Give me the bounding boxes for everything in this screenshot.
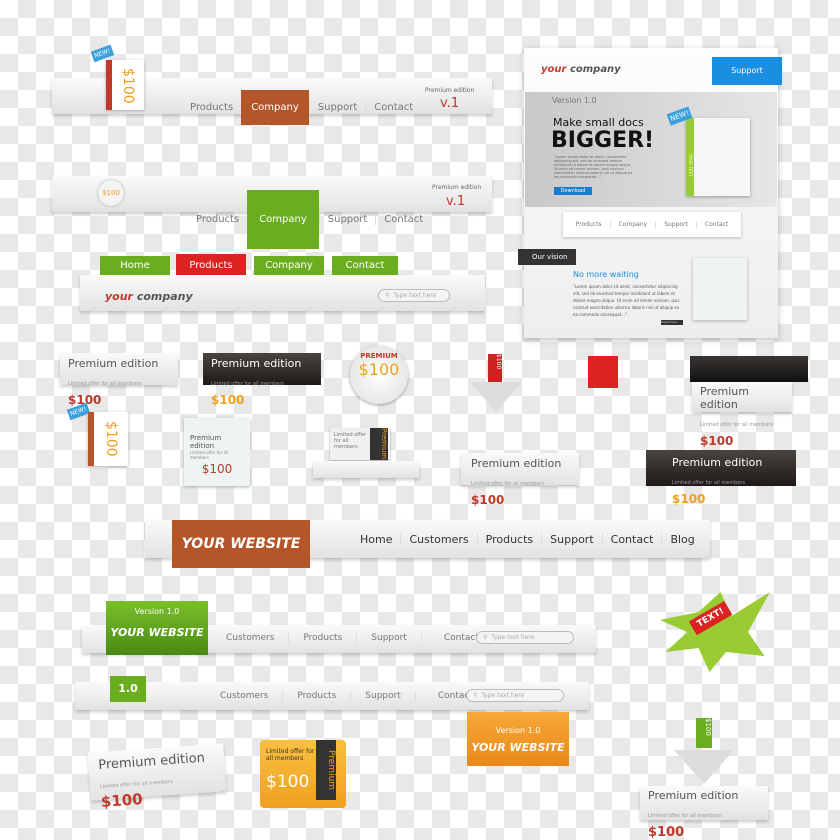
premium-label-light: Premium edition Limited offer for all mem… xyxy=(60,353,178,407)
section-text: "Lorem ipsum dolor sit amet, consectetur… xyxy=(573,284,680,317)
premium-stand: Limited offer for all members Premium xyxy=(330,428,390,460)
nav-5-menu: Customers Products Support Contact xyxy=(206,691,495,701)
premium-seal: $100 xyxy=(98,180,124,206)
price-tag: $100 xyxy=(106,60,144,110)
nav-support[interactable]: Support xyxy=(356,633,421,643)
nav-customers[interactable]: Customers xyxy=(400,533,476,546)
premium-label-light: Premium edition Limited offer for all mem… xyxy=(640,786,768,840)
search-input[interactable]: ⚲ Type text here xyxy=(466,689,564,702)
website-title-green: Version 1.0 YOUR WEBSITE xyxy=(106,601,208,655)
nav-company[interactable]: Company xyxy=(609,221,656,228)
download-box-icon xyxy=(693,258,747,320)
search-icon: ⚲ xyxy=(385,292,390,299)
down-arrow-icon xyxy=(470,382,522,412)
premium-round-badge: PREMIUM $100 xyxy=(350,346,408,404)
support-tab[interactable]: Support xyxy=(712,57,782,85)
nav-products[interactable]: Products xyxy=(476,533,542,546)
premium-label-light: Premium edition Limited offer for all mem… xyxy=(692,382,792,448)
dark-banner xyxy=(690,356,808,382)
premium-label-tilted: Premium edition Limited offer for all mem… xyxy=(87,743,227,811)
down-arrow-icon xyxy=(674,750,734,784)
edition-label: Premium edition xyxy=(432,184,482,191)
nav-customers[interactable]: Customers xyxy=(212,633,288,643)
nav-blog[interactable]: Blog xyxy=(661,533,702,546)
edition-label: Premium edition xyxy=(425,87,475,94)
version-label: Version 1.0 xyxy=(552,96,597,105)
nav-products[interactable]: Products xyxy=(188,214,247,225)
nav-customers[interactable]: Customers xyxy=(206,691,282,701)
website-title: YOUR WEBSITE xyxy=(172,520,310,568)
nav-contact[interactable]: Contact xyxy=(695,221,736,228)
section-title: No more waiting xyxy=(573,270,639,279)
nav-company[interactable]: Company xyxy=(241,90,309,125)
ribbon-menu: Home Customers Products Support Contact Blog xyxy=(352,533,703,546)
site-nav: Products Company Support Contact xyxy=(563,212,741,237)
nav-contact[interactable]: Contact xyxy=(365,102,421,113)
brand-logo: your company xyxy=(541,64,621,75)
headline-big: BIGGER! xyxy=(551,128,655,153)
price-tag-red: $100 xyxy=(488,354,502,382)
tab-contact[interactable]: Contact xyxy=(332,256,398,276)
read-more-button[interactable]: Read more xyxy=(661,320,683,325)
search-input[interactable]: ⚲ Type text here xyxy=(378,289,450,302)
search-input[interactable]: ⚲ Type text here xyxy=(476,631,574,644)
nav-support[interactable]: Support xyxy=(541,533,601,546)
tab-company[interactable]: Company xyxy=(254,256,324,276)
nav-contact[interactable]: Contact xyxy=(375,214,431,225)
document-icon xyxy=(686,118,750,196)
version-badge: 1.0 xyxy=(110,676,146,702)
nav-1-menu: Products Company Support Contact xyxy=(182,90,421,125)
premium-card-orange: Limited offer for all members $100 Premium xyxy=(260,740,346,808)
premium-box: Premium edition Limited offer for all mem… xyxy=(184,418,250,486)
nav-support[interactable]: Support xyxy=(655,221,696,228)
nav-contact[interactable]: Contact xyxy=(601,533,662,546)
red-ribbon xyxy=(588,356,618,388)
nav-products[interactable]: Products xyxy=(182,102,241,113)
nav-support[interactable]: Support xyxy=(318,214,376,225)
nav-support[interactable]: Support xyxy=(350,691,415,701)
version-label: v.1 xyxy=(446,194,466,209)
nav-support[interactable]: Support xyxy=(308,102,366,113)
download-button[interactable]: Download xyxy=(554,187,592,195)
price-tag-green: $100 xyxy=(696,718,712,748)
search-icon: ⚲ xyxy=(473,692,478,699)
version-label: v.1 xyxy=(440,96,460,111)
nav-products[interactable]: Products xyxy=(288,633,356,643)
document-ribbon-label: YOUR TEXT xyxy=(688,154,693,177)
tab-home[interactable]: Home xyxy=(100,256,170,276)
premium-label-light: Premium edition Limited offer for all mem… xyxy=(461,453,579,507)
nav-company[interactable]: Company xyxy=(247,190,319,249)
nav-home[interactable]: Home xyxy=(352,533,400,546)
search-icon: ⚲ xyxy=(483,634,488,641)
website-title-orange: Version 1.0 YOUR WEBSITE xyxy=(467,712,569,766)
burst-badge xyxy=(660,592,770,672)
hero-text: "Lorem ipsum dolor sit amet, consectetur… xyxy=(554,155,633,179)
nav-4-menu: Customers Products Support Contact xyxy=(212,633,501,643)
nav-products[interactable]: Products xyxy=(568,221,610,228)
price-card: $100 xyxy=(88,412,128,466)
our-vision-tab: Our vision xyxy=(518,249,576,265)
premium-stand-base xyxy=(313,461,419,478)
premium-label-dark: Premium edition Limited offer for all mem… xyxy=(203,353,321,407)
nav-products[interactable]: Products xyxy=(282,691,350,701)
premium-label-dark: Premium edition Limited offer for all mem… xyxy=(646,450,796,506)
brand-logo: your company xyxy=(105,290,193,303)
nav-2-menu: Products Company Support Contact xyxy=(188,190,431,249)
